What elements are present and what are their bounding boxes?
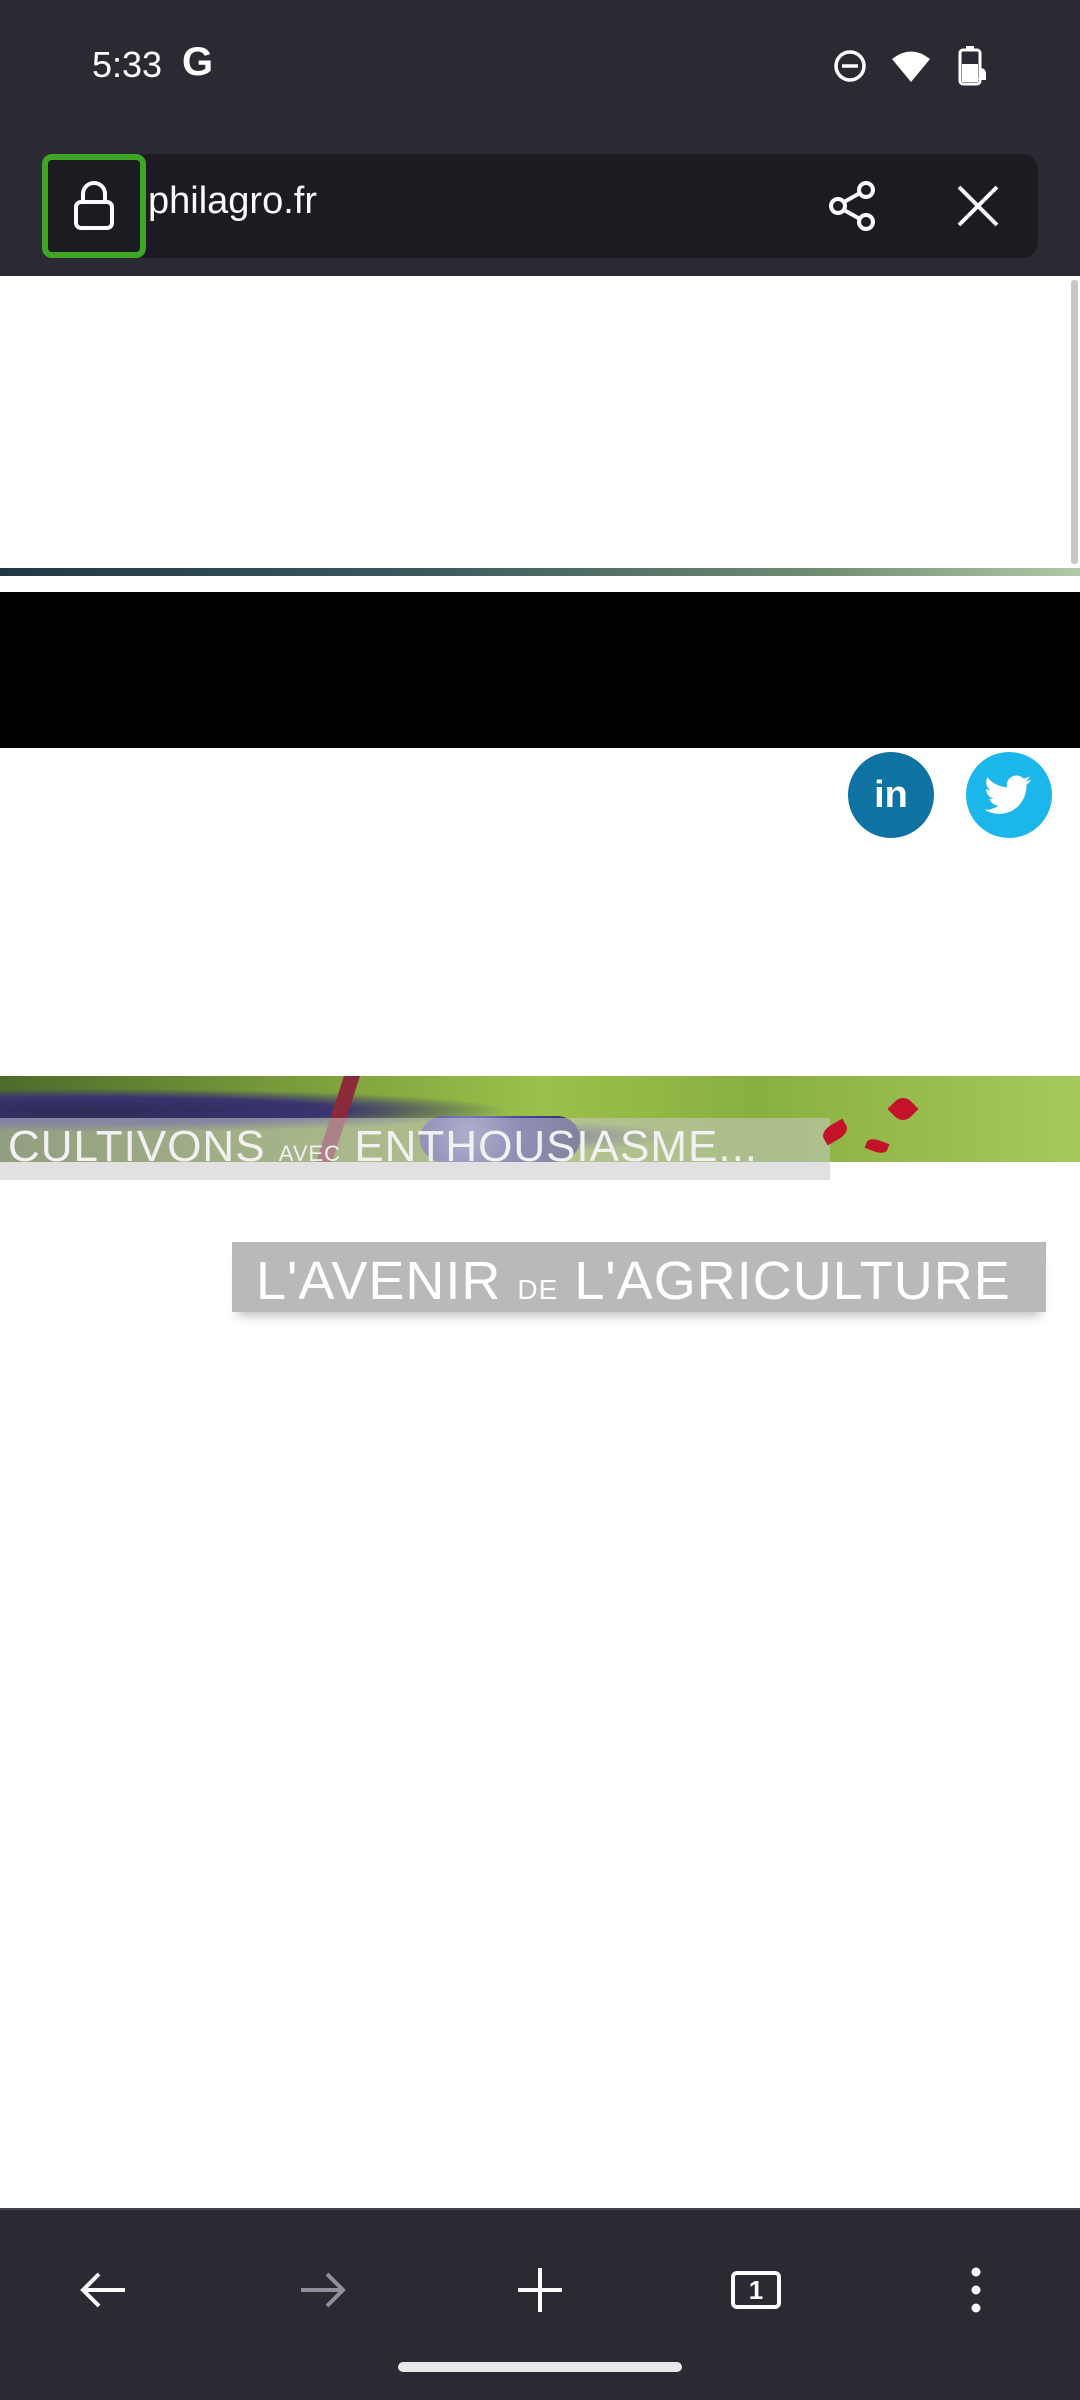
status-bar: 5:33 G bbox=[0, 0, 1080, 140]
banner-word-1: CULTIVONS bbox=[8, 1122, 266, 1171]
browser-toolbar: philagro.fr bbox=[0, 140, 1080, 418]
tagline: L'AVENIR DE L'AGRICULTURE bbox=[256, 1250, 1011, 1312]
status-time: 5:33 bbox=[92, 44, 163, 85]
tabs-icon: 1 bbox=[731, 2271, 781, 2309]
url-text[interactable]: philagro.fr bbox=[148, 180, 317, 223]
close-button[interactable] bbox=[948, 176, 1008, 236]
google-icon: G bbox=[182, 40, 214, 84]
header-divider bbox=[0, 568, 1080, 576]
linkedin-icon: in bbox=[874, 773, 908, 816]
share-icon bbox=[829, 181, 875, 231]
tabs-button[interactable]: 1 bbox=[716, 2250, 796, 2330]
twitter-link[interactable] bbox=[966, 752, 1052, 838]
tagline-part-1: L'AVENIR bbox=[256, 1251, 502, 1311]
banner-word-3: ENTHOUSIASME... bbox=[354, 1122, 759, 1171]
do-not-disturb-icon bbox=[834, 50, 866, 82]
home-indicator[interactable] bbox=[398, 2362, 682, 2372]
status-icons bbox=[832, 46, 990, 86]
header-scrollbar[interactable] bbox=[1071, 280, 1078, 564]
wifi-icon bbox=[892, 51, 930, 82]
battery-icon bbox=[958, 46, 986, 86]
banner-slogan: CULTIVONS AVEC ENTHOUSIASME... bbox=[8, 1122, 758, 1172]
twitter-bird-icon bbox=[985, 775, 1032, 814]
share-button[interactable] bbox=[822, 176, 882, 236]
menu-button[interactable] bbox=[936, 2250, 1016, 2330]
forward-arrow-icon bbox=[301, 2272, 346, 2308]
site-security-button[interactable] bbox=[42, 154, 146, 258]
plus-icon bbox=[518, 2268, 562, 2312]
url-bar[interactable]: philagro.fr bbox=[42, 154, 1038, 258]
new-tab-button[interactable] bbox=[500, 2250, 580, 2330]
banner-word-2: AVEC bbox=[278, 1141, 342, 1166]
close-icon bbox=[957, 185, 999, 227]
back-button[interactable] bbox=[64, 2250, 144, 2330]
more-vert-icon bbox=[971, 2267, 981, 2313]
black-banner bbox=[0, 592, 1080, 748]
linkedin-link[interactable]: in bbox=[848, 752, 934, 838]
back-arrow-icon bbox=[80, 2272, 125, 2308]
site-header bbox=[0, 278, 1080, 566]
forward-button[interactable] bbox=[282, 2250, 362, 2330]
tagline-part-3: L'AGRICULTURE bbox=[574, 1251, 1011, 1311]
tagline-part-2: DE bbox=[517, 1274, 559, 1305]
lock-icon bbox=[74, 181, 114, 230]
